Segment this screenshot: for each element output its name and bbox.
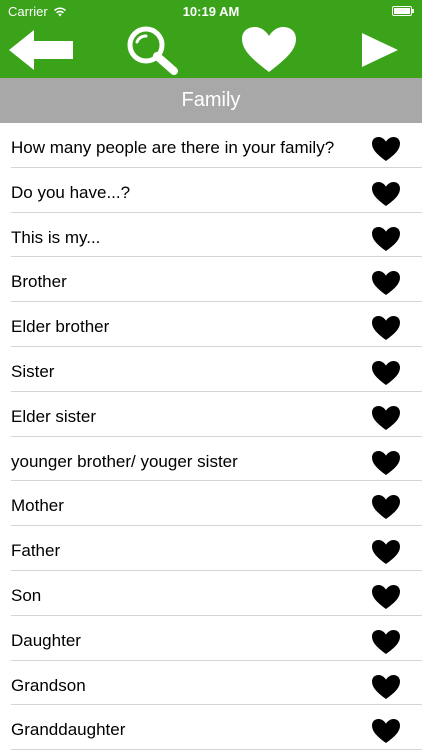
list-item-label: This is my... xyxy=(11,227,101,247)
toolbar xyxy=(0,22,422,78)
favorite-heart-icon[interactable] xyxy=(371,674,401,700)
favorite-heart-icon[interactable] xyxy=(371,315,401,341)
favorite-heart-icon[interactable] xyxy=(371,494,401,520)
list-item-label: younger brother/ youger sister xyxy=(11,451,238,471)
list-item[interactable]: Son xyxy=(0,571,422,616)
list-item[interactable]: younger brother/ youger sister xyxy=(0,437,422,482)
next-button[interactable] xyxy=(352,22,408,78)
list-item-label: How many people are there in your family… xyxy=(11,138,335,157)
list-item-label: Father xyxy=(11,541,61,561)
top-bar: Carrier 10:19 AM xyxy=(0,0,422,78)
list-item[interactable]: Granddaughter xyxy=(0,705,422,750)
list-item[interactable]: Sister xyxy=(0,347,422,392)
list-item-label: Daughter xyxy=(11,630,81,650)
status-bar: Carrier 10:19 AM xyxy=(0,0,422,22)
arrow-left-icon xyxy=(9,30,73,70)
battery-icon xyxy=(392,6,414,16)
favorites-button[interactable] xyxy=(236,22,302,78)
list-item-label: Son xyxy=(11,585,42,605)
list-item-label: Sister xyxy=(11,361,55,381)
list-item[interactable]: Mother xyxy=(0,481,422,527)
list-item[interactable]: Father xyxy=(0,526,422,571)
list-item-label: Mother xyxy=(11,496,64,516)
list-item[interactable]: Daughter xyxy=(0,616,422,661)
list-item[interactable]: Elder sister xyxy=(0,392,422,437)
list-item[interactable]: How many people are there in your family… xyxy=(0,123,422,168)
favorite-heart-icon[interactable] xyxy=(371,270,401,296)
favorite-heart-icon[interactable] xyxy=(371,136,401,162)
search-button[interactable] xyxy=(122,22,186,78)
favorite-heart-icon[interactable] xyxy=(371,360,401,386)
clock: 10:19 AM xyxy=(182,4,240,19)
section-title: Family xyxy=(181,89,241,111)
back-button[interactable] xyxy=(8,22,74,78)
list-item-label: Do you have...? xyxy=(11,182,131,202)
favorite-heart-icon[interactable] xyxy=(371,629,401,655)
phrase-list: How many people are there in your family… xyxy=(0,123,422,750)
heart-icon xyxy=(242,27,296,72)
search-icon xyxy=(127,26,178,75)
list-item[interactable]: Elder brother xyxy=(0,302,422,347)
favorite-heart-icon[interactable] xyxy=(371,226,401,252)
list-item-label: Elder sister xyxy=(11,406,97,426)
list-item-label: Brother xyxy=(11,272,67,292)
list-item[interactable]: This is my... xyxy=(0,213,422,258)
app-screen: Carrier 10:19 AM Family How many people … xyxy=(0,0,422,750)
favorite-heart-icon[interactable] xyxy=(371,405,401,431)
play-right-icon xyxy=(362,33,398,67)
favorite-heart-icon[interactable] xyxy=(371,450,401,476)
favorite-heart-icon[interactable] xyxy=(371,539,401,565)
list-item[interactable]: Grandson xyxy=(0,661,422,706)
favorite-heart-icon[interactable] xyxy=(371,584,401,610)
list-item[interactable]: Do you have...? xyxy=(0,168,422,213)
favorite-heart-icon[interactable] xyxy=(371,181,401,207)
list-item-label: Grandson xyxy=(11,675,86,695)
list-item-label: Elder brother xyxy=(11,317,110,337)
section-header: Family xyxy=(0,78,422,123)
favorite-heart-icon[interactable] xyxy=(371,718,401,744)
list-item-label: Granddaughter xyxy=(11,720,126,740)
list-item[interactable]: Brother xyxy=(0,257,422,303)
